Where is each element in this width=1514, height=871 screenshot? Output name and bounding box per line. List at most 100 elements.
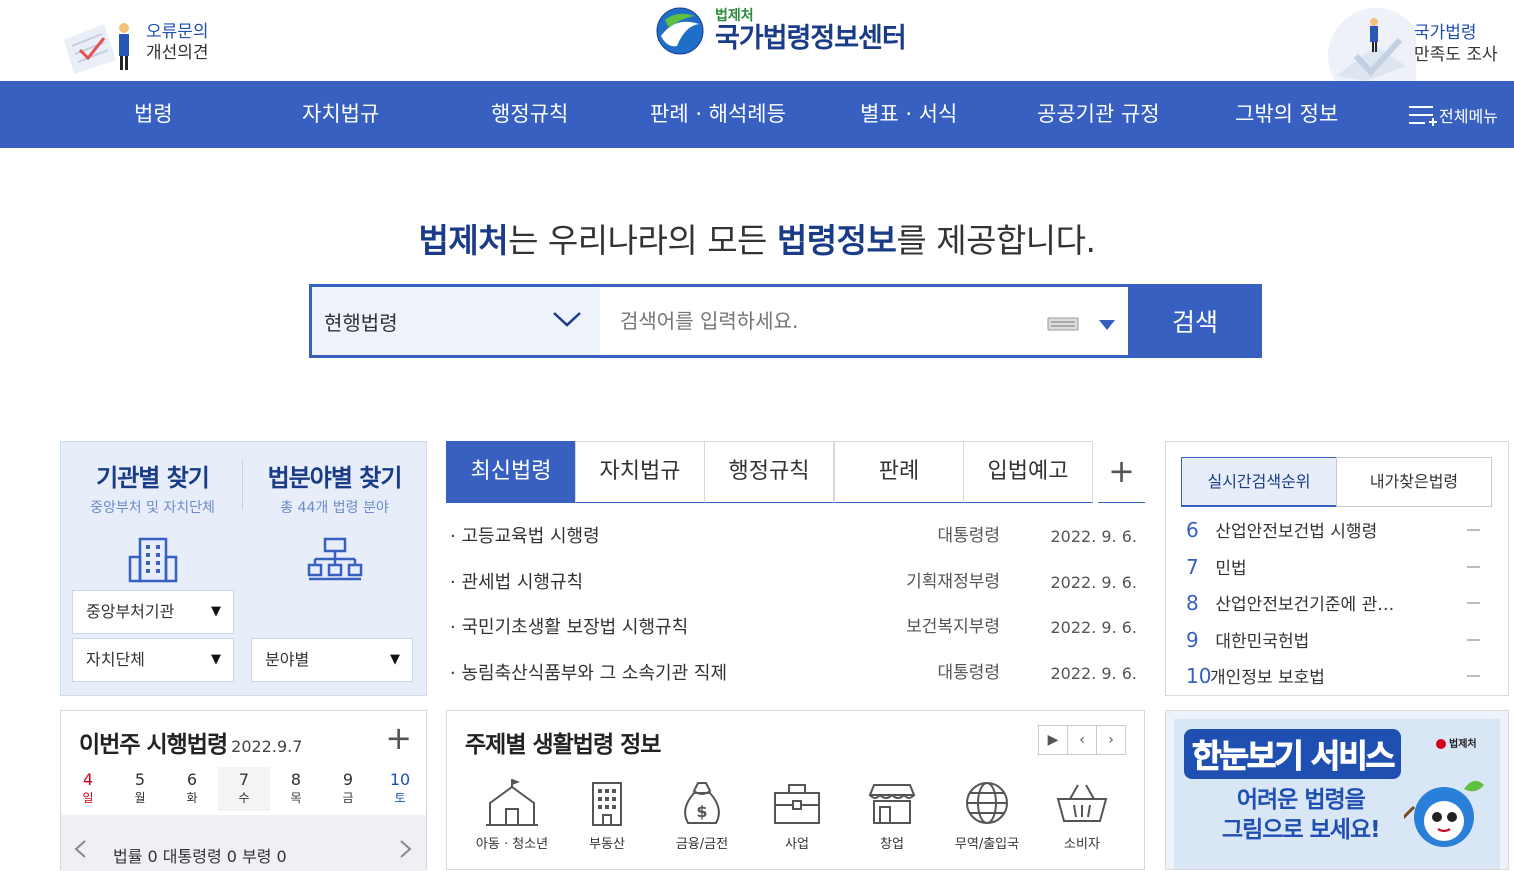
search-button[interactable]: 검색 [1128,284,1262,358]
banner-logo-text: 법제처 [1449,739,1477,750]
svg-text:$: $ [696,802,707,821]
shop-icon [868,784,916,824]
tab-legislative-notice[interactable]: 입법예고 [963,441,1093,503]
list-item[interactable]: · 국민기초생활 보장법 시행규칙 보건복지부령 2022. 9. 6. [446,605,1145,651]
logo-title: 국가법령정보센터 [715,23,907,54]
law-name[interactable]: 관세법 시행규칙 [461,572,583,593]
chevron-left-icon[interactable]: ‹ [1067,725,1097,755]
chevron-left-icon[interactable] [73,839,87,859]
rank-law-name[interactable]: 산업안전보건법 시행령 [1215,522,1377,542]
nav-item-local-laws[interactable]: 자치법규 [302,81,379,148]
chevron-down-icon [553,312,581,327]
feedback-line2: 개선의견 [146,43,209,63]
ranking-item[interactable]: 9 대한민국헌법 [1186,622,1486,659]
week-title: 이번주 시행법령 2022.9.7 [79,725,302,759]
law-name[interactable]: 고등교육법 시행령 [461,526,599,547]
rank-law-name[interactable]: 산업안전보건기준에 관… [1215,595,1394,615]
ranking-item[interactable]: 10개인정보 보호법 [1186,658,1486,695]
tab-precedents[interactable]: 판례 [834,441,964,503]
chevron-right-icon[interactable] [399,839,413,859]
search-box: 현행법령 검색 [309,284,1262,358]
nav-item-laws[interactable]: 법령 [134,81,173,148]
rank-number: 6 [1186,518,1199,542]
feedback-illustration-icon [60,10,140,76]
ranking-item[interactable]: 7 민법 [1186,549,1486,586]
main-nav: 법령 자치법규 행정규칙 판례 · 해석례등 별표 · 서식 공공기관 규정 그… [0,81,1514,148]
org-central-select[interactable]: 중앙부처기관 ▼ [72,590,234,634]
caret-down-icon: ▼ [211,604,221,619]
ranking-item[interactable]: 8 산업안전보건기준에 관… [1186,585,1486,622]
week-more-button[interactable]: + [385,719,412,757]
tab-local-laws[interactable]: 자치법규 [575,441,705,503]
tab-latest-laws[interactable]: 최신법령 [446,441,576,503]
rank-law-name[interactable]: 민법 [1215,559,1246,579]
feedback-link[interactable]: 오류문의 개선의견 [60,8,230,78]
tab-admin-rules[interactable]: 행정규칙 [704,441,834,503]
header: 오류문의 개선의견 법제처 국가법령정보센터 국가법령 만족도 조사 [0,0,1514,81]
nav-item-other-info[interactable]: 그밖의 정보 [1235,81,1338,148]
rank-unchanged-icon [1467,602,1480,604]
globe-icon [966,782,1008,824]
rank-law-name[interactable]: 개인정보 보호법 [1210,668,1325,688]
at-a-glance-banner[interactable]: 한눈보기 서비스 법제처 어려운 법령을 그림으로 보세요! [1165,710,1509,870]
topic-label: 금융/금전 [675,837,729,852]
topic-finance[interactable]: $ 금융/금전 [662,779,742,852]
search-scope-select[interactable]: 현행법령 [312,287,600,355]
topic-startup[interactable]: 창업 [852,779,932,852]
topic-business[interactable]: 사업 [757,779,837,852]
day-weekday: 금 [342,791,354,805]
topic-children-youth[interactable]: 아동 · 청소년 [472,779,552,852]
banner-line1: 어려운 법령을 [1236,787,1366,813]
field-finder-title[interactable]: 법분야별 찾기 [243,458,426,493]
day-weekday: 토 [394,791,406,805]
keyboard-icon[interactable] [1047,317,1079,331]
day-mon[interactable]: 5월 [114,771,166,807]
nav-item-appendix-forms[interactable]: 별표 · 서식 [860,81,957,148]
caret-down-icon: ▼ [211,652,221,667]
play-icon[interactable]: ▶ [1038,725,1068,755]
satisfaction-survey-link[interactable]: 국가법령 만족도 조사 [1316,6,1514,81]
field-finder: 법분야별 찾기 총 44개 법령 분야 분야별 ▼ [243,442,426,697]
topic-real-estate[interactable]: 부동산 [567,779,647,852]
nav-item-admin-rules[interactable]: 행정규칙 [491,81,568,148]
feedback-line1: 오류문의 [146,22,209,42]
shopping-basket-icon [1056,784,1108,822]
list-item[interactable]: · 관세법 시행규칙 기획재정부령 2022. 9. 6. [446,560,1145,606]
topic-trade-immigration[interactable]: 무역/출입국 [947,779,1027,852]
chevron-right-icon[interactable]: › [1096,725,1126,755]
banner-subtitle: 어려운 법령을 그림으로 보세요! [1222,785,1381,845]
nav-item-public-institution[interactable]: 공공기관 규정 [1037,81,1160,148]
caret-down-icon: ▼ [390,652,400,667]
tabs-more-button[interactable]: + [1098,441,1145,503]
ranking-item[interactable]: 6 산업안전보건법 시행령 [1186,512,1486,549]
rank-unchanged-icon [1467,565,1480,568]
day-sun[interactable]: 4일 [62,771,114,807]
all-menu-button[interactable]: 전체메뉴 [1407,81,1498,148]
tab-realtime-ranking[interactable]: 실시간검색순위 [1181,457,1337,507]
site-logo[interactable]: 법제처 국가법령정보센터 [655,6,907,56]
law-date: 2022. 9. 6. [1050,572,1137,592]
nav-item-precedents[interactable]: 판례 · 해석례등 [650,81,786,148]
day-weekday: 일 [82,791,94,805]
tab-my-searched-laws[interactable]: 내가찾은법령 [1336,457,1492,507]
day-sat[interactable]: 10 토 [374,771,426,807]
org-chart-icon [243,535,426,587]
list-item[interactable]: · 농림축산식품부와 그 소속기관 직제 대통령령 2022. 9. 6. [446,651,1145,697]
day-tue[interactable]: 6화 [166,771,218,807]
day-wed-today[interactable]: 7수 [218,767,270,811]
field-select[interactable]: 분야별 ▼ [251,638,413,682]
day-fri[interactable]: 9금 [322,771,374,807]
day-weekday: 목 [290,791,302,805]
dropdown-triangle-icon[interactable] [1098,319,1116,331]
list-item[interactable]: · 고등교육법 시행령 대통령령 2022. 9. 6. [446,514,1145,560]
search-scope-value: 현행법령 [324,310,398,335]
rank-law-name[interactable]: 대한민국헌법 [1215,632,1309,652]
org-local-select[interactable]: 자치단체 ▼ [72,638,234,682]
topic-consumer[interactable]: 소비자 [1042,779,1122,852]
org-finder-title[interactable]: 기관별 찾기 [61,458,244,493]
day-thu[interactable]: 8목 [270,771,322,807]
law-name[interactable]: 국민기초생활 보장법 시행규칙 [461,617,688,638]
law-name[interactable]: 농림축산식품부와 그 소속기관 직제 [461,663,727,684]
topic-label: 창업 [880,837,904,852]
hero-title-org: 법제처 [418,221,509,260]
